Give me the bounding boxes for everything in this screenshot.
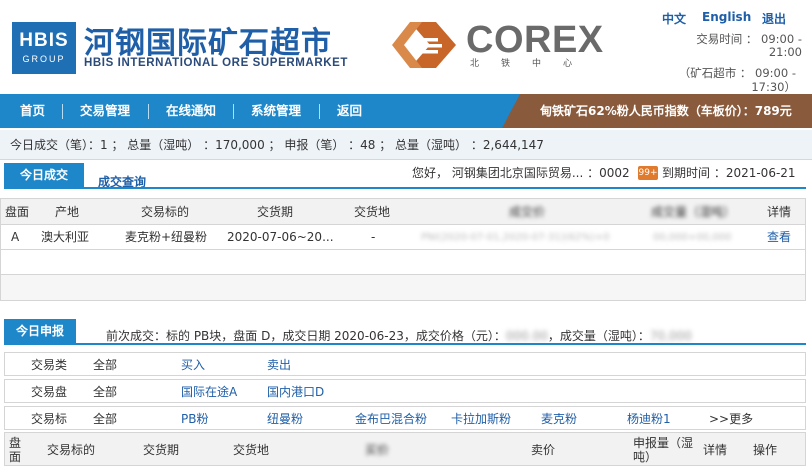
col-target: 交易标的 <box>47 443 96 457</box>
filter-label: 交易类 <box>31 358 68 372</box>
nav-divider <box>148 104 149 119</box>
nav-divider <box>319 104 320 119</box>
brand-title-en: HBIS INTERNATIONAL ORE SUPERMARKET <box>84 57 349 69</box>
col-detail: 详情 <box>703 443 728 457</box>
col-delivery-period: 交货期 <box>143 443 180 457</box>
nav-home[interactable]: 首页 <box>20 94 45 128</box>
filter-option-pb-fines[interactable]: PB粉 <box>181 407 208 431</box>
filter-option-domestic-port[interactable]: 国内港口D <box>267 380 324 404</box>
filter-option-intl-transit[interactable]: 国际在途A <box>181 380 237 404</box>
nav-trade-management[interactable]: 交易管理 <box>80 94 130 128</box>
today-deals-table: 盘面 产地 交易标的 交货期 交货地 成交价 成交量（湿吨） 详情 A 澳大利亚… <box>0 198 806 301</box>
filter-option-sell[interactable]: 卖出 <box>267 353 291 377</box>
col-delivery-place: 交货地 <box>233 443 270 457</box>
logo-bottom-text: GROUP <box>22 54 66 64</box>
filter-row-trade-panel: 交易盘 全部 国际在途A 国内港口D <box>4 379 806 403</box>
row-price: PNI(2020-07-01,2020-07-31)(62%)+0 <box>421 232 610 243</box>
col-volume: 成交量（湿吨） <box>651 205 736 219</box>
filter-all[interactable]: 全部 <box>93 407 117 431</box>
filter-option-carajas-fines[interactable]: 卡拉加斯粉 <box>451 407 511 431</box>
filter-option-newman-fines[interactable]: 纽曼粉 <box>267 407 303 431</box>
filter-all[interactable]: 全部 <box>93 353 117 377</box>
prev-deal-volume: 70,000 <box>649 329 692 343</box>
col-delivery-place: 交货地 <box>354 205 391 219</box>
logout-link[interactable]: 退出 <box>762 10 786 27</box>
prev-deal-prefix: 前次成交：标的 PB块，盘面 D，成交日期 2020-06-23，成交价格（元）… <box>106 329 506 343</box>
col-delivery-period: 交货期 <box>257 205 294 219</box>
filter-option-jimblebar-fines[interactable]: 金布巴混合粉 <box>355 407 427 431</box>
col-price: 成交价 <box>509 205 546 219</box>
col-panel: 盘面 <box>5 205 30 219</box>
table-row-empty <box>1 275 805 300</box>
filter-all[interactable]: 全部 <box>93 380 117 404</box>
hbis-logo: HBIS GROUP <box>12 22 76 74</box>
trade-time-line2: 21:00 <box>768 45 802 59</box>
lang-cn-link[interactable]: 中文 <box>662 10 686 27</box>
filter-label: 交易盘 <box>31 385 68 399</box>
corex-subtitle: 北铁中心 <box>470 59 595 69</box>
col-declared-volume: 申报量（湿吨） <box>633 436 694 464</box>
row-delivery-period: 2020-07-06~20... <box>227 230 334 244</box>
col-panel: 盘面 <box>9 436 22 464</box>
col-detail: 详情 <box>767 205 792 219</box>
previous-deal-info: 前次成交：标的 PB块，盘面 D，成交日期 2020-06-23，成交价格（元）… <box>106 327 692 344</box>
logo-top-text: HBIS <box>19 30 69 51</box>
nav-system-management[interactable]: 系统管理 <box>251 94 301 128</box>
table-header: 盘面 产地 交易标的 交货期 交货地 成交价 成交量（湿吨） 详情 <box>1 199 805 225</box>
filter-option-mac-fines[interactable]: 麦克粉 <box>541 407 577 431</box>
tab-today-declarations[interactable]: 今日申报 <box>4 319 76 343</box>
site-header: HBIS GROUP 河钢国际矿石超市 HBIS INTERNATIONAL O… <box>0 0 812 94</box>
section1-underline <box>4 187 806 189</box>
table-row: A 澳大利亚 麦克粉+纽曼粉 2020-07-06~20... - PNI(20… <box>1 225 805 250</box>
nav-back[interactable]: 返回 <box>337 94 362 128</box>
row-delivery-place: - <box>371 230 376 244</box>
row-target: 麦克粉+纽曼粉 <box>125 230 208 244</box>
filter-option-yandi-fines[interactable]: 杨迪粉1 <box>627 407 671 431</box>
welcome-text: 您好， 河钢集团北京国际贸易... ：0002 <box>412 166 630 180</box>
table-row-empty <box>1 250 805 275</box>
prev-deal-price: 000.00 <box>505 329 548 343</box>
tab-today-deals[interactable]: 今日成交 <box>4 163 84 187</box>
declarations-table-header: 盘面 交易标的 交货期 交货地 买价 卖价 申报量（湿吨） 详情 操作 <box>4 432 806 466</box>
filter-more-link[interactable]: >>更多 <box>709 407 753 431</box>
brand-title-cn: 河钢国际矿石超市 <box>84 26 332 61</box>
corex-logo-icon <box>392 22 456 68</box>
row-panel: A <box>11 230 20 244</box>
col-target: 交易标的 <box>141 205 190 219</box>
prev-deal-mid: ，成交量（湿吨）： <box>547 329 650 343</box>
price-index-text: 甸铁矿石62%粉人民币指数（车板价）：789元 <box>540 104 792 118</box>
nav-online-notice[interactable]: 在线通知 <box>166 94 216 128</box>
view-detail-link[interactable]: 查看 <box>767 225 791 250</box>
nav-divider <box>62 104 63 119</box>
price-index-banner: 甸铁矿石62%粉人民币指数（车板价）：789元 <box>502 94 812 128</box>
row-origin: 澳大利亚 <box>41 230 90 244</box>
expire-date: 到期时间 ：2021-06-21 <box>662 166 796 180</box>
today-stats-bar: 今日成交（笔）：1 ； 总量（湿吨） ：170,000 ； 申报（笔） ：48 … <box>0 130 812 160</box>
filter-label: 交易标 <box>31 412 68 426</box>
col-action: 操作 <box>753 443 778 457</box>
row-volume: 00,000+00,000 <box>653 232 732 243</box>
col-origin: 产地 <box>55 205 80 219</box>
message-badge[interactable]: 99+ <box>638 166 658 180</box>
ore-time-line2: 17:30） <box>751 80 796 94</box>
filter-row-trade-target: 交易标 全部 PB粉 纽曼粉 金布巴混合粉 卡拉加斯粉 麦克粉 杨迪粉1 >>更… <box>4 406 806 430</box>
filter-option-buy[interactable]: 买入 <box>181 353 205 377</box>
filter-row-trade-type: 交易类 全部 买入 卖出 <box>4 352 806 376</box>
col-buy-price: 买价 <box>365 443 390 457</box>
col-sell-price: 卖价 <box>531 443 556 457</box>
lang-en-link[interactable]: English <box>702 10 751 24</box>
nav-divider <box>233 104 234 119</box>
